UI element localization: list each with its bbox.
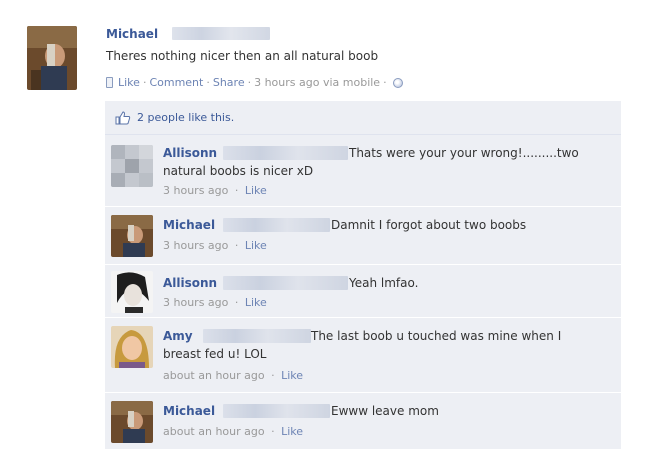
pixelated-avatar (111, 145, 153, 187)
mobile-phone-icon (106, 77, 113, 88)
privacy-globe-icon[interactable] (392, 77, 403, 88)
comment-meta: 3 hours ago · Like (163, 296, 267, 309)
separator: · (234, 184, 239, 197)
separator: · (206, 76, 210, 89)
separator: · (234, 296, 239, 309)
comment-meta: about an hour ago · Like (163, 369, 303, 382)
comment-text-continued: natural boobs is nicer xD (163, 164, 314, 178)
comment-avatar-amy[interactable] (111, 326, 153, 368)
comment-like-link[interactable]: Like (245, 184, 267, 197)
share-link[interactable]: Share (213, 76, 245, 89)
avatar-photo-michael (111, 401, 153, 443)
comment-item: Allisonn Thats were your your wrong!....… (105, 135, 621, 207)
comment-timestamp[interactable]: about an hour ago (163, 425, 265, 438)
separator: · (271, 369, 275, 382)
comment-meta: about an hour ago · Like (163, 425, 303, 438)
comment-author[interactable]: Michael (163, 218, 215, 232)
comment-text: Yeah lmfao. (349, 276, 419, 290)
comment-avatar-michael[interactable] (111, 215, 153, 257)
avatar-photo-michael (27, 26, 77, 90)
comment-timestamp[interactable]: about an hour ago (163, 369, 265, 382)
comment-timestamp[interactable]: 3 hours ago (163, 296, 228, 309)
comment-item: Michael Ewww leave mom about an hour ago… (105, 393, 621, 449)
comment-text: Ewww leave mom (331, 404, 439, 418)
post-author-name[interactable]: Michael (106, 27, 158, 41)
separator: · (383, 76, 387, 89)
separator: · (247, 76, 252, 89)
comment-text: Thats were your your wrong!.........two (349, 146, 579, 160)
likes-summary: 2 people like this. (105, 101, 621, 135)
like-link[interactable]: Like (118, 76, 140, 89)
comment-author[interactable]: Michael (163, 404, 215, 418)
comments-section: 2 people like this. Allisonn Thats were … (105, 101, 621, 449)
redacted-surname (172, 27, 270, 40)
comment-like-link[interactable]: Like (281, 425, 303, 438)
likes-count-link[interactable]: 2 people like this. (137, 111, 234, 124)
comment-author[interactable]: Amy (163, 329, 193, 343)
separator: · (271, 425, 275, 438)
comment-text-continued: breast fed u! LOL (163, 347, 267, 361)
separator: · (234, 239, 239, 252)
comment-text: Damnit I forgot about two boobs (331, 218, 527, 232)
comment-avatar-blurred[interactable] (111, 145, 153, 187)
comment-author[interactable]: Allisonn (163, 146, 217, 160)
redacted-surname (223, 146, 348, 160)
comment-timestamp[interactable]: 3 hours ago (163, 184, 228, 197)
comment-like-link[interactable]: Like (281, 369, 303, 382)
post-message: Theres nothing nicer then an all natural… (106, 49, 379, 63)
avatar-photo-amy (111, 326, 153, 368)
avatar-photo-michael (111, 215, 153, 257)
redacted-surname (203, 329, 311, 343)
redacted-surname (223, 218, 330, 232)
comment-text: The last boob u touched was mine when I (311, 329, 562, 343)
comment-meta: 3 hours ago · Like (163, 239, 267, 252)
comment-item: Michael Damnit I forgot about two boobs … (105, 207, 621, 265)
comment-meta: 3 hours ago · Like (163, 184, 267, 197)
comment-avatar-michael[interactable] (111, 401, 153, 443)
comment-like-link[interactable]: Like (245, 239, 267, 252)
comment-timestamp[interactable]: 3 hours ago (163, 239, 228, 252)
comment-item: Allisonn Yeah lmfao. 3 hours ago · Like (105, 265, 621, 318)
post-meta-bar: Like · Comment · Share · 3 hours ago via… (106, 76, 403, 89)
redacted-surname (223, 276, 348, 290)
comment-like-link[interactable]: Like (245, 296, 267, 309)
avatar-photo-allisonn (111, 271, 153, 313)
post-author-avatar[interactable] (27, 26, 77, 90)
comment-link[interactable]: Comment (149, 76, 203, 89)
comment-avatar-allisonn[interactable] (111, 271, 153, 313)
redacted-surname (223, 404, 330, 418)
post-timestamp[interactable]: 3 hours ago via mobile (254, 76, 380, 89)
separator: · (142, 76, 147, 89)
comment-author[interactable]: Allisonn (163, 276, 217, 290)
comment-item: Amy The last boob u touched was mine whe… (105, 318, 621, 393)
thumbs-up-icon (115, 110, 131, 124)
